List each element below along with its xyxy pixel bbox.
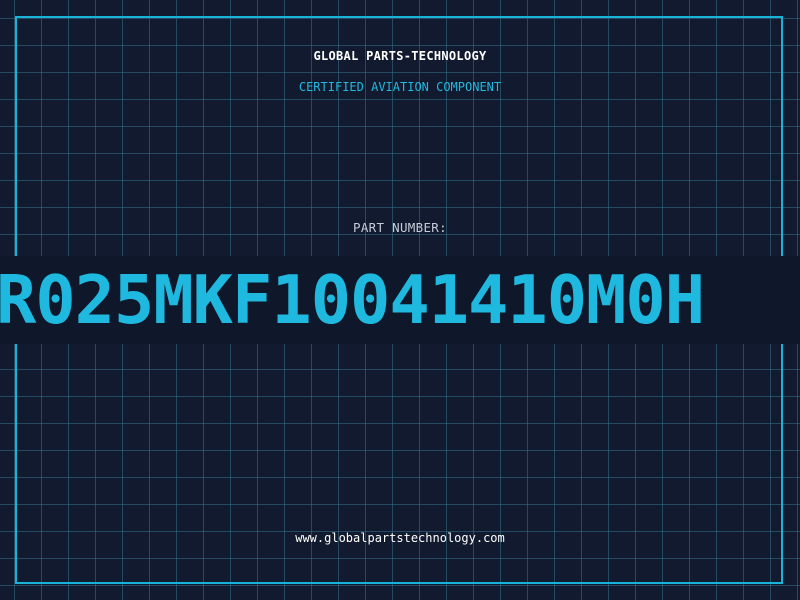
- part-number-value: R025MKF10041410M0H: [0, 261, 705, 339]
- certification-tagline: CERTIFIED AVIATION COMPONENT: [298, 80, 502, 94]
- part-number-band: R025MKF10041410M0H: [0, 256, 800, 344]
- website-url: www.globalpartstechnology.com: [295, 531, 505, 545]
- brand-name: GLOBAL PARTS-TECHNOLOGY: [313, 49, 487, 63]
- part-label-canvas: GLOBAL PARTS-TECHNOLOGY CERTIFIED AVIATI…: [0, 0, 800, 600]
- part-number-label: PART NUMBER:: [353, 220, 447, 235]
